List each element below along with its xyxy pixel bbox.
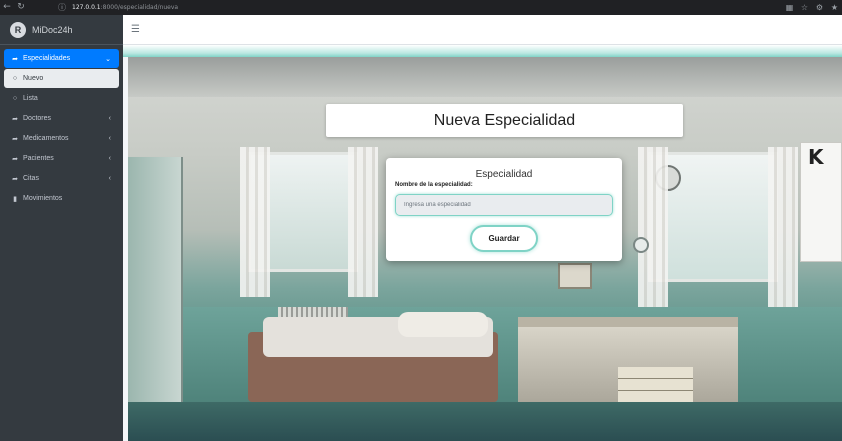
- page-title: Nueva Especialidad: [433, 111, 576, 129]
- pillow: [398, 312, 488, 337]
- sidebar-item-especialidades[interactable]: ➦ Especialidades ⌄: [4, 49, 119, 68]
- eye-chart-letter: K: [808, 145, 824, 169]
- brand-name: MiDoc24h: [32, 24, 73, 35]
- bookmark-star-icon[interactable]: ☆: [797, 3, 812, 12]
- page-title-banner: Nueva Especialidad: [326, 104, 683, 137]
- sidebar-item-citas[interactable]: ➦ Citas ‹: [4, 169, 119, 188]
- brand[interactable]: R MiDoc24h: [0, 15, 123, 45]
- curtain-left-2: [348, 147, 378, 297]
- sidebar-item-doctores[interactable]: ➦ Doctores ‹: [4, 109, 119, 128]
- sidebar-item-nuevo[interactable]: ○ Nuevo: [4, 69, 119, 88]
- bookmarks-icon[interactable]: ★: [827, 3, 842, 12]
- floor: [128, 402, 842, 441]
- sidebar-item-label: Doctores: [23, 115, 52, 122]
- share-arrow-icon: ➦: [12, 135, 18, 143]
- sidebar-item-movimientos[interactable]: ▮ Movimientos: [4, 189, 119, 208]
- top-navbar: ☰: [123, 15, 842, 45]
- extension-icon[interactable]: ⚙: [812, 3, 827, 12]
- share-arrow-icon: ➦: [12, 155, 18, 163]
- url-host: 127.0.0.1: [72, 4, 101, 11]
- desk-lamp: [633, 237, 649, 253]
- circle-icon: ○: [12, 95, 18, 102]
- ceiling: [128, 57, 842, 97]
- especialidad-name-label: Nombre de la especialidad:: [395, 182, 473, 188]
- content-top-strip: [123, 45, 842, 57]
- curtain-right-2: [768, 147, 798, 307]
- share-arrow-icon: ➦: [12, 175, 18, 183]
- chevron-down-icon: ⌄: [105, 55, 111, 63]
- sidebar-item-lista[interactable]: ○ Lista: [4, 89, 119, 108]
- especialidad-name-input[interactable]: [395, 194, 613, 216]
- content-wrapper: K Nueva Especialidad Especialidad Nombre…: [123, 45, 842, 441]
- sidebar-menu: ➦ Especialidades ⌄ ○ Nuevo ○ Lista ➦ Doc…: [0, 45, 123, 208]
- main-panel: ☰ K Nueva Especialidad Especialidad Nomb…: [123, 15, 842, 441]
- save-button[interactable]: Guardar: [470, 225, 538, 252]
- file-icon: ▮: [13, 195, 17, 203]
- site-info-icon[interactable]: ⓘ: [56, 2, 68, 14]
- form-heading: Especialidad: [475, 169, 533, 180]
- sidebar-item-label: Lista: [23, 95, 38, 102]
- sidebar-item-label: Pacientes: [23, 155, 54, 162]
- circle-icon: ○: [12, 75, 18, 82]
- sidebar-item-label: Medicamentos: [23, 135, 69, 142]
- translate-icon[interactable]: ▦: [782, 3, 797, 12]
- glass-cabinet: [128, 157, 183, 441]
- hamburger-menu-icon[interactable]: ☰: [131, 24, 140, 35]
- share-arrow-icon: ➦: [12, 55, 18, 63]
- sidebar-item-label: Nuevo: [23, 75, 44, 82]
- sidebar: R MiDoc24h ➦ Especialidades ⌄ ○ Nuevo ○ …: [0, 15, 123, 441]
- desk-top: [518, 317, 738, 327]
- sidebar-item-pacientes[interactable]: ➦ Pacientes ‹: [4, 149, 119, 168]
- chevron-left-icon: ‹: [108, 115, 111, 122]
- browser-toolbar: ← ↻ ⓘ 127.0.0.1:8000/especialidad/nueva …: [0, 0, 842, 15]
- brand-logo-icon: R: [10, 21, 26, 38]
- address-bar[interactable]: ⓘ 127.0.0.1:8000/especialidad/nueva: [56, 1, 776, 14]
- chevron-left-icon: ‹: [108, 135, 111, 142]
- curtain-right: [638, 147, 668, 307]
- chevron-left-icon: ‹: [108, 155, 111, 162]
- sidebar-item-medicamentos[interactable]: ➦ Medicamentos ‹: [4, 129, 119, 148]
- chevron-left-icon: ‹: [108, 175, 111, 182]
- sidebar-item-label: Citas: [23, 175, 39, 182]
- desk-monitor: [558, 263, 592, 289]
- sidebar-item-label: Especialidades: [23, 55, 71, 62]
- reload-icon[interactable]: ↻: [14, 0, 28, 15]
- url-text: 127.0.0.1:8000/especialidad/nueva: [72, 4, 178, 11]
- hospital-room-background: K Nueva Especialidad Especialidad Nombre…: [128, 57, 842, 441]
- url-path: :8000/especialidad/nueva: [100, 4, 179, 11]
- especialidad-form: Especialidad Nombre de la especialidad: …: [386, 158, 622, 261]
- sidebar-item-label: Movimientos: [23, 195, 63, 202]
- curtain-left: [240, 147, 270, 297]
- back-arrow-icon[interactable]: ←: [0, 0, 14, 15]
- share-arrow-icon: ➦: [12, 115, 18, 123]
- browser-actions: ▦ ☆ ⚙ ★: [782, 0, 842, 15]
